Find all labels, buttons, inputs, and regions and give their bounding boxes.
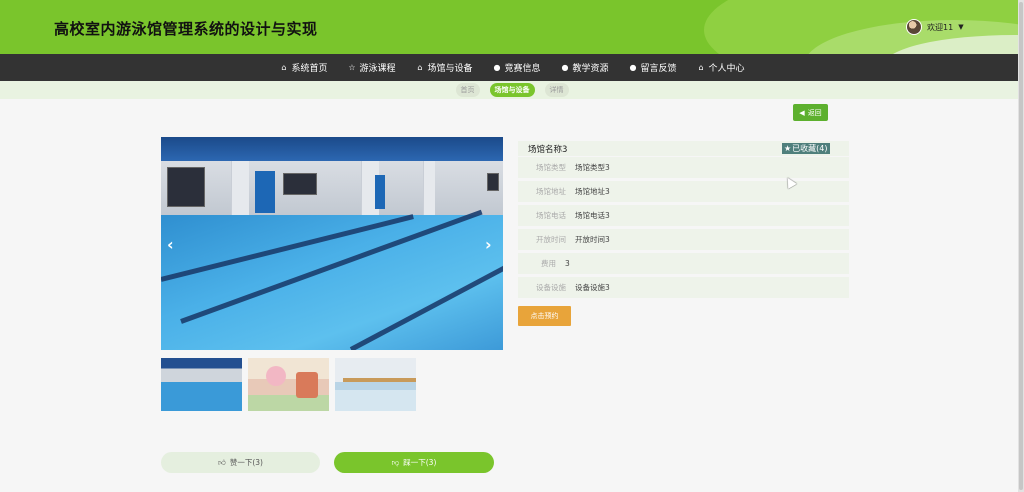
detail-label: 开放时间 [536, 235, 566, 244]
detail-label: 费用 [541, 259, 556, 268]
photo-board [283, 173, 317, 195]
breadcrumb-item: 详情 [544, 83, 569, 97]
nav-label: 竞赛信息 [504, 64, 541, 74]
scrollbar-thumb[interactable] [1019, 2, 1023, 490]
dislike-label: 踩一下(3) [403, 458, 437, 467]
detail-row: 场馆类型 场馆类型3 [518, 157, 849, 178]
star-icon: ☆ [348, 63, 356, 72]
page: 高校室内游泳馆管理系统的设计与实现 欢迎11 ▼ ⌂ 系统首页 ☆ 游泳课程 ⌂… [0, 0, 1024, 492]
thumbs-down-icon: 👎︎ [391, 457, 400, 467]
photo-sign [255, 171, 275, 213]
thumbnail-decor [296, 372, 318, 398]
thumbnail-decor [343, 378, 416, 382]
favorite-button[interactable]: ★ 已收藏(4) [782, 143, 830, 154]
photo-board [167, 167, 205, 207]
nav-item-competitions[interactable]: ● 竞赛信息 [492, 61, 540, 74]
nav-label: 游泳课程 [359, 64, 396, 74]
detail-label: 设备设施 [536, 283, 566, 292]
reserve-button[interactable]: 点击预约 [518, 306, 571, 326]
detail-value: 设备设施3 [575, 283, 610, 292]
detail-value: 场馆类型3 [575, 163, 610, 172]
home-icon: ⌂ [281, 63, 287, 72]
home-icon: ⌂ [698, 63, 704, 72]
detail-label: 场馆地址 [536, 187, 566, 196]
venue-photo-carousel[interactable]: ‹ › [161, 137, 503, 350]
thumbnail[interactable] [161, 358, 242, 411]
nav-label: 系统首页 [291, 64, 328, 74]
detail-row: 场馆地址 场馆地址3 [518, 181, 849, 202]
detail-row: 开放时间 开放时间3 [518, 229, 849, 250]
nav-label: 个人中心 [708, 64, 745, 74]
nav-item-feedback[interactable]: ● 留言反馈 [629, 61, 677, 74]
photo-wall [161, 161, 503, 221]
detail-row: 设备设施 设备设施3 [518, 277, 849, 298]
carousel-next-icon[interactable]: › [485, 235, 492, 254]
detail-label: 场馆类型 [536, 163, 566, 172]
nav-label: 教学资源 [572, 64, 609, 74]
breadcrumb-item[interactable]: 首页 [455, 83, 480, 97]
welcome-text[interactable]: 欢迎11 [927, 22, 953, 33]
nav-label: 场馆与设备 [427, 64, 473, 74]
nav-item-resources[interactable]: ● 教学资源 [561, 61, 609, 74]
star-icon: ★ [784, 144, 792, 153]
nav-item-venues[interactable]: ⌂ 场馆与设备 [415, 61, 472, 74]
nav-item-home[interactable]: ⌂ 系统首页 [279, 61, 327, 74]
photo-board [487, 173, 499, 191]
avatar[interactable] [906, 19, 922, 35]
back-arrow-icon: ◀ [799, 108, 805, 117]
photo-sign [375, 175, 385, 209]
thumbnail-decor [266, 366, 286, 386]
detail-label: 场馆电话 [536, 211, 566, 220]
site-title: 高校室内游泳馆管理系统的设计与实现 [54, 20, 318, 38]
breadcrumb-item-active[interactable]: 场馆与设备 [489, 83, 535, 97]
like-label: 赞一下(3) [229, 458, 263, 467]
thumbnail[interactable] [248, 358, 329, 411]
nav-item-courses[interactable]: ☆ 游泳课程 [347, 61, 395, 74]
user-menu[interactable]: 欢迎11 ▼ [906, 19, 964, 35]
back-label: 返回 [807, 108, 822, 117]
detail-row: 费用 3 [518, 253, 849, 274]
carousel-prev-icon[interactable]: ‹ [167, 235, 174, 254]
thumbnail[interactable] [335, 358, 416, 411]
caret-down-icon[interactable]: ▼ [958, 23, 963, 31]
detail-value: 开放时间3 [575, 235, 610, 244]
info-icon: ● [561, 63, 569, 72]
thumbs-up-icon: 👍︎ [218, 457, 226, 467]
detail-row: 场馆电话 场馆电话3 [518, 205, 849, 226]
nav-label: 留言反馈 [640, 64, 677, 74]
building-icon: ⌂ [417, 63, 423, 72]
main-nav: ⌂ 系统首页 ☆ 游泳课程 ⌂ 场馆与设备 ● 竞赛信息 ● 教学资源 ● 留言… [0, 54, 1024, 81]
detail-value: 场馆电话3 [575, 211, 610, 220]
info-icon: ● [629, 63, 637, 72]
nav-item-profile[interactable]: ⌂ 个人中心 [697, 61, 745, 74]
detail-value: 场馆地址3 [575, 187, 610, 196]
info-icon: ● [493, 63, 501, 72]
favorite-label: 已收藏(4) [792, 144, 828, 153]
header: 高校室内游泳馆管理系统的设计与实现 欢迎11 ▼ [0, 0, 1024, 54]
back-button[interactable]: ◀ 返回 [793, 104, 828, 121]
detail-value: 3 [565, 259, 570, 268]
dislike-button[interactable]: 👎︎ 踩一下(3) [334, 452, 494, 473]
page-scrollbar[interactable] [1018, 0, 1024, 492]
breadcrumb: 首页 场馆与设备 详情 [0, 81, 1024, 99]
like-button[interactable]: 👍︎ 赞一下(3) [161, 452, 320, 473]
